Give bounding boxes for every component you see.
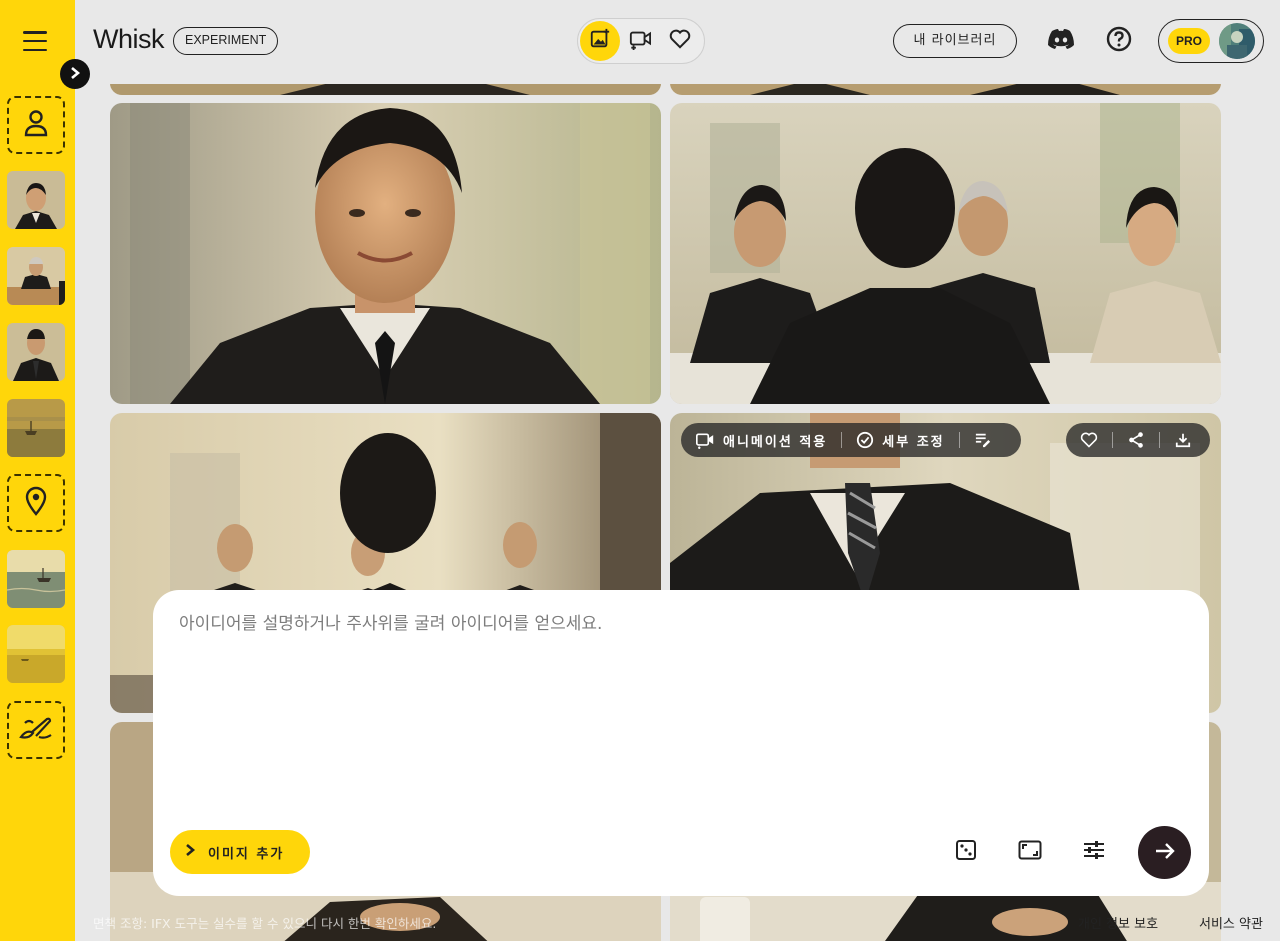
- help-icon: [1106, 26, 1132, 56]
- chevron-right-icon: [69, 65, 81, 84]
- card-action-toolbar: 애니메이션 적용 세부 조정: [681, 423, 1021, 457]
- account-menu[interactable]: PRO: [1158, 19, 1264, 63]
- heart-icon: [669, 29, 691, 53]
- disclaimer-text: 면책 조항: IFX 도구는 실수를 할 수 있으니 다시 한번 확인하세요.: [93, 916, 437, 931]
- gallery-card[interactable]: [110, 103, 661, 404]
- top-header: Whisk EXPERIMENT 내 라이브러리 PRO: [75, 0, 1280, 84]
- card-share-toolbar: [1066, 423, 1210, 457]
- favorites-mode-button[interactable]: [660, 21, 700, 61]
- image-mode-button[interactable]: [580, 21, 620, 61]
- subject-slot[interactable]: [7, 96, 65, 154]
- animate-label: 애니메이션 적용: [723, 434, 828, 450]
- share-icon: [1127, 431, 1145, 449]
- subject-thumbnail[interactable]: [7, 171, 65, 229]
- animate-button[interactable]: 애니메이션 적용: [681, 423, 841, 457]
- scene-thumbnail[interactable]: [7, 625, 65, 683]
- privacy-link[interactable]: 개인 정보 보호: [1078, 913, 1158, 932]
- heart-icon: [1080, 432, 1098, 448]
- avatar[interactable]: [1219, 23, 1255, 59]
- add-image-label: 이미지 추가: [208, 846, 285, 862]
- experiment-badge: EXPERIMENT: [173, 27, 279, 55]
- download-icon: [1175, 432, 1191, 448]
- mode-switcher: [577, 18, 705, 64]
- subject-thumbnail[interactable]: [7, 247, 65, 305]
- aspect-ratio-button[interactable]: [1012, 834, 1048, 870]
- video-animate-icon: [695, 431, 715, 449]
- video-add-icon: [628, 28, 652, 54]
- menu-icon[interactable]: [23, 31, 47, 51]
- check-circle-icon: [856, 431, 874, 449]
- my-library-button[interactable]: 내 라이브러리: [893, 24, 1017, 58]
- person-icon: [23, 109, 49, 141]
- gallery-card[interactable]: [670, 103, 1221, 404]
- help-button[interactable]: [1100, 22, 1138, 60]
- edit-prompt-button[interactable]: [960, 423, 1006, 457]
- submit-button[interactable]: [1138, 826, 1191, 879]
- subject-thumbnail[interactable]: [7, 323, 65, 381]
- dice-icon: [955, 839, 977, 865]
- arrow-right-icon: [1154, 841, 1176, 865]
- random-dice-button[interactable]: [948, 834, 984, 870]
- sidebar: [0, 0, 75, 941]
- aspect-ratio-icon: [1018, 840, 1042, 864]
- add-image-button[interactable]: 이미지 추가: [170, 830, 310, 874]
- prompt-panel: 이미지 추가: [153, 590, 1209, 896]
- scene-thumbnail[interactable]: [7, 399, 65, 457]
- brush-icon: [19, 715, 53, 745]
- prompt-input[interactable]: [179, 610, 1179, 810]
- edit-prompt-icon: [974, 432, 992, 448]
- settings-sliders-icon: [1083, 840, 1105, 864]
- video-mode-button[interactable]: [620, 21, 660, 61]
- location-pin-icon: [24, 486, 48, 520]
- discord-icon: [1047, 28, 1075, 54]
- scene-thumbnail[interactable]: [7, 550, 65, 608]
- settings-button[interactable]: [1076, 834, 1112, 870]
- chevron-right-icon: [184, 843, 196, 861]
- share-button[interactable]: [1113, 423, 1159, 457]
- scene-slot[interactable]: [7, 474, 65, 532]
- download-button[interactable]: [1160, 423, 1206, 457]
- favorite-button[interactable]: [1066, 423, 1112, 457]
- style-slot[interactable]: [7, 701, 65, 759]
- refine-button[interactable]: 세부 조정: [842, 423, 958, 457]
- discord-button[interactable]: [1042, 22, 1080, 60]
- app-title: Whisk: [93, 24, 165, 54]
- terms-link[interactable]: 서비스 약관: [1199, 913, 1263, 932]
- image-add-icon: [589, 28, 611, 54]
- pro-badge: PRO: [1168, 28, 1210, 54]
- refine-label: 세부 조정: [882, 434, 945, 450]
- sidebar-expand-button[interactable]: [60, 59, 90, 89]
